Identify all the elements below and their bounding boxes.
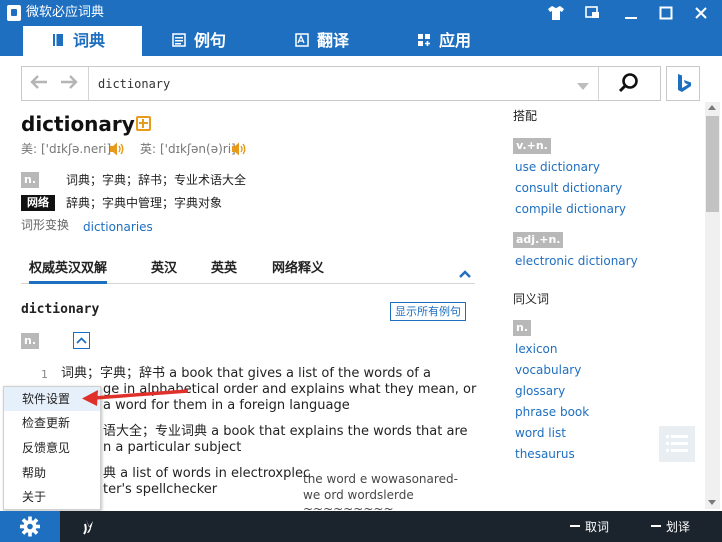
collocations-title: 搭配 [513, 109, 538, 123]
sense-2-line-2: n a particular subject [103, 440, 242, 455]
phonetic-uk-label: 英: [140, 142, 157, 156]
bing-logo-icon [678, 74, 691, 92]
search-input[interactable] [98, 73, 578, 95]
tab-examples[interactable]: 例句 [172, 26, 226, 56]
bing-dict-logo-icon [7, 5, 21, 21]
red-pointer-arrow-icon [82, 389, 189, 406]
maximize-icon[interactable] [654, 2, 678, 24]
phonetic-uk: ['dɪkʃən(ə)ri] [160, 142, 236, 156]
basic-definition: 词典；字典；辞书；专业术语大全 [66, 173, 247, 187]
toggle-off-icon [570, 525, 580, 527]
lookup-toggle-label: 取词 [585, 520, 610, 534]
translate-toggle[interactable]: 划译 [651, 519, 690, 535]
main-tabs: 词典 例句 翻译 应用 [0, 26, 722, 56]
tab-dictionary[interactable]: 词典 [23, 26, 142, 56]
subtab-en-zh[interactable]: 英汉 [151, 260, 177, 278]
dropdown-arrow-icon[interactable] [577, 83, 589, 90]
synonyms-title: 同义词 [513, 292, 550, 306]
detail-pos-badge: n. [21, 333, 39, 349]
speaker-uk-icon[interactable] [231, 141, 247, 157]
subtab-web[interactable]: 网络释义 [272, 260, 324, 278]
pos-badge: n. [21, 172, 39, 188]
menu-item-check-update[interactable]: 检查更新 [4, 411, 100, 435]
subtab-collins[interactable]: 权威英汉双解 [29, 260, 108, 284]
divider [598, 67, 599, 100]
synonym-link[interactable]: vocabulary [515, 362, 581, 378]
gear-icon [20, 516, 40, 537]
headword: dictionary [21, 112, 135, 136]
synonym-pos-badge: n. [513, 320, 531, 336]
back-arrow-icon[interactable] [28, 73, 50, 95]
show-all-examples-button[interactable]: 显示所有例句 [390, 302, 466, 321]
list-icon [172, 27, 186, 47]
phonetic-us: ['dɪkʃə.neri] [41, 142, 112, 156]
add-to-wordbook-icon[interactable] [136, 116, 151, 131]
menu-item-feedback[interactable]: 反馈意见 [4, 436, 100, 460]
menu-item-help[interactable]: 帮助 [4, 461, 100, 485]
collapse-chevron-icon[interactable] [459, 268, 471, 280]
sense-2-line-1: 语大全；专业词典 a book that explains the words … [103, 424, 468, 439]
mini-window-icon[interactable] [581, 2, 605, 24]
collocation-link[interactable]: use dictionary [515, 159, 600, 175]
tab-label: 词典 [73, 31, 106, 50]
collocation-pos-badge: adj.+n. [513, 232, 563, 248]
sense-1-line-1: 词典；字典；辞书 a book that gives a list of the… [61, 366, 431, 381]
shirt-icon[interactable] [544, 2, 568, 24]
scroll-down-arrow-icon[interactable] [708, 500, 716, 505]
translate-icon [295, 27, 309, 47]
settings-button[interactable] [0, 511, 60, 542]
web-definition: 辞典；字典中管理；字典对象 [66, 196, 223, 210]
synonym-link[interactable]: lexicon [515, 341, 558, 357]
sense-3-line-1: 典 a list of words in electroxplec [103, 466, 311, 481]
tab-apps[interactable]: 应用 [417, 26, 471, 56]
apps-icon [417, 27, 431, 46]
synonym-link[interactable]: glossary [515, 383, 565, 399]
list-view-icon[interactable] [659, 426, 695, 462]
lookup-toggle[interactable]: 取词 [570, 519, 609, 535]
tab-label: 应用 [439, 31, 472, 50]
translate-toggle-label: 划译 [666, 520, 691, 534]
book-icon [51, 27, 65, 46]
synonym-link[interactable]: word list [515, 425, 566, 441]
phonetic-us-label: 美: [21, 142, 38, 156]
toggle-off-icon [651, 525, 661, 527]
word-forms-label: 词形变换 [21, 218, 70, 232]
feedback-bird-icon[interactable] [78, 515, 100, 537]
forward-arrow-icon[interactable] [58, 73, 80, 95]
word-forms-link[interactable]: dictionaries [83, 219, 153, 235]
tab-label: 翻译 [317, 31, 350, 50]
definition-tabs: 权威英汉双解 英汉 英英 网络释义 [21, 258, 475, 284]
subtab-en-en[interactable]: 英英 [211, 260, 237, 278]
sense-number: 1 [41, 368, 48, 381]
search-bar [21, 66, 661, 101]
synonym-link[interactable]: phrase book [515, 404, 589, 420]
search-button[interactable] [612, 71, 644, 97]
speaker-us-icon[interactable] [109, 141, 125, 157]
detail-headword: dictionary [21, 302, 100, 317]
window-title: 微软必应词典 [26, 5, 105, 20]
synonym-link[interactable]: thesaurus [515, 446, 575, 462]
bottom-bar [0, 511, 722, 542]
web-badge: 网络 [21, 195, 55, 211]
menu-item-about[interactable]: 关于 [4, 485, 100, 509]
minimize-icon[interactable] [619, 2, 643, 24]
hover-lookup-trace: we ord wordslerde [303, 488, 414, 502]
tab-label: 例句 [194, 31, 227, 50]
collocation-pos-badge: v.+n. [513, 138, 551, 154]
collocation-link[interactable]: compile dictionary [515, 201, 626, 217]
collocation-link[interactable]: electronic dictionary [515, 253, 638, 269]
collapse-sense-icon[interactable] [73, 332, 90, 349]
scroll-up-arrow-icon[interactable] [708, 105, 716, 110]
tab-translate[interactable]: 翻译 [295, 26, 349, 56]
close-icon[interactable] [689, 2, 713, 24]
title-bar: 微软必应词典 词典 例句 翻译 应用 [0, 0, 722, 56]
collocation-link[interactable]: consult dictionary [515, 180, 622, 196]
sense-3-line-2: ter's spellchecker [103, 482, 218, 497]
hover-lookup-trace: the word e wowasonared- [303, 472, 458, 486]
scrollbar-thumb[interactable] [706, 116, 719, 212]
divider [88, 67, 89, 100]
bing-button[interactable] [666, 66, 700, 101]
search-icon [618, 73, 638, 93]
